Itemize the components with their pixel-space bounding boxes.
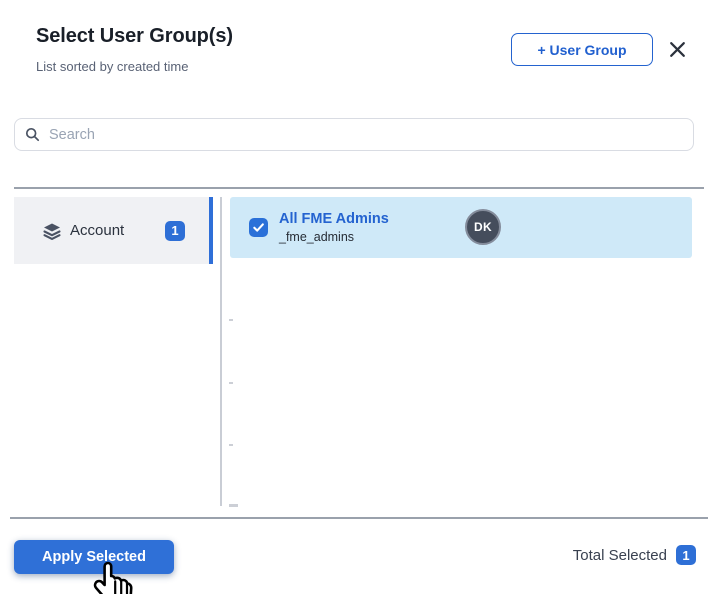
search-input[interactable]	[49, 126, 683, 143]
dialog-subtitle: List sorted by created time	[36, 59, 189, 74]
list-speck	[229, 504, 238, 507]
group-name: All FME Admins	[279, 211, 389, 227]
group-checkbox[interactable]	[249, 218, 268, 237]
add-user-group-button[interactable]: + User Group	[511, 33, 653, 66]
close-icon[interactable]	[667, 39, 687, 59]
list-speck	[229, 444, 233, 446]
total-selected-label: Total Selected	[572, 546, 667, 564]
dialog-title: Select User Group(s)	[36, 25, 233, 47]
search-icon	[25, 127, 40, 142]
total-selected-badge: 1	[676, 545, 696, 565]
bottom-divider	[10, 517, 708, 519]
list-speck	[229, 382, 233, 384]
top-divider	[14, 187, 704, 189]
sidebar-item-account[interactable]: Account 1	[14, 197, 213, 264]
hand-cursor-icon	[90, 559, 138, 594]
list-speck	[229, 319, 233, 321]
group-row-all-fme-admins[interactable]: All FME Admins _fme_admins DK	[230, 197, 692, 258]
sidebar-item-label: Account	[70, 222, 125, 239]
group-id: _fme_admins	[279, 230, 355, 244]
avatar: DK	[465, 209, 501, 245]
check-icon	[253, 223, 264, 232]
account-count-badge: 1	[165, 220, 185, 241]
select-user-group-dialog: Select User Group(s) List sorted by crea…	[0, 0, 718, 594]
total-selected: Total Selected 1	[573, 545, 696, 565]
active-indicator-bar	[209, 197, 213, 264]
layers-icon	[42, 221, 62, 241]
vertical-divider	[220, 197, 222, 506]
search-box	[14, 118, 694, 151]
